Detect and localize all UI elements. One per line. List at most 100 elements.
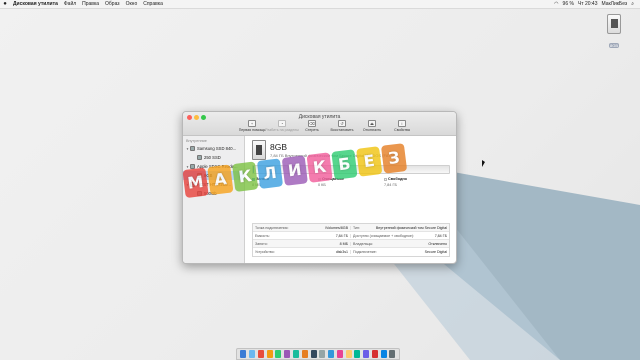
sidebar-item-label: Samsung SSD 840... <box>197 146 237 151</box>
menu-app-name[interactable]: Дисковая утилита <box>10 1 61 7</box>
eraser-icon: ⌫ <box>308 120 316 127</box>
sd-card-icon <box>607 14 621 34</box>
legend-label: Очищаемое <box>322 177 345 181</box>
dock-app-icon[interactable] <box>380 350 387 358</box>
info-key: Точка подключения: <box>255 225 289 230</box>
dock-app-icon[interactable] <box>354 350 361 358</box>
volume-details: 8GB 7,84 ГБ Внутренний физический том Se… <box>246 136 456 263</box>
wifi-icon[interactable]: ◠ <box>552 1 560 7</box>
info-key: Занято: <box>255 241 268 246</box>
volume-icon <box>197 191 202 196</box>
legend-free: Свободно 7,84 ГБ <box>384 177 450 187</box>
menu-image[interactable]: Образ <box>102 1 123 7</box>
sidebar-item-label: HGST HTS7210... <box>197 182 231 187</box>
legend-label: Занято <box>256 177 270 181</box>
info-key: Подключение: <box>353 250 377 254</box>
mouse-cursor-icon <box>482 160 485 167</box>
dock-app-icon[interactable] <box>328 350 335 358</box>
info-row: Занято: 8 МБ Владельцы: Отключено <box>253 240 449 248</box>
dock-app-icon[interactable] <box>363 350 370 358</box>
status-area: ◠ 96 % Чт 20:43 МакЛикБез ⌕ <box>552 1 640 7</box>
hard-drive-icon <box>190 182 195 187</box>
sidebar-item-label: 250 SSD <box>204 155 221 160</box>
desktop-volume-8gb[interactable]: 8GB <box>602 14 626 52</box>
info-value: Secure Digital <box>424 250 447 254</box>
menu-bar: ● Дисковая утилита Файл Правка Образ Окн… <box>0 0 640 9</box>
info-row: Устройство: disk3s1 Подключение: Secure Di… <box>253 248 449 256</box>
dock-app-icon[interactable] <box>319 350 326 358</box>
sidebar-item-500gb[interactable]: 500Gb <box>183 189 244 198</box>
info-key: Тип: <box>353 225 360 230</box>
sidebar-item-hgst[interactable]: ▼ HGST HTS7210... <box>183 180 244 189</box>
info-value: Внутренний физический том Secure Digital <box>375 225 447 230</box>
legend-used: Занято 8 МБ <box>252 177 318 187</box>
sidebar-item-label: Apple SDXC Reade... <box>197 164 238 169</box>
battery-level[interactable]: 96 % <box>561 1 576 7</box>
menu-file[interactable]: Файл <box>61 1 79 7</box>
sidebar-item-label: 500Gb <box>204 191 217 196</box>
legend-label: Свободно <box>388 177 407 181</box>
partition-label: Разбить на разделы <box>265 128 299 132</box>
dock-app-icon[interactable] <box>275 350 282 358</box>
info-key: Емкость: <box>255 233 270 238</box>
restore-button[interactable]: ↺ Восстановить <box>329 120 355 132</box>
legend-swatch <box>384 177 387 181</box>
volume-subtitle: 7,84 ГБ Внутренний физический том Secure… <box>270 153 397 158</box>
usage-bar-used <box>253 166 255 173</box>
info-value: Отключено <box>428 241 447 246</box>
volume-icon <box>197 155 202 160</box>
legend-value: 7,84 ГБ <box>384 183 397 187</box>
dock-app-icon[interactable] <box>249 350 256 358</box>
sd-card-reader-icon <box>190 164 195 169</box>
sidebar-item-8gb[interactable]: 8GB <box>183 171 244 180</box>
menu-help[interactable]: Справка <box>140 1 166 7</box>
erase-button[interactable]: ⌫ Стереть <box>299 120 325 132</box>
dock-app-icon[interactable] <box>240 350 247 358</box>
info-key: Доступно (очищаемое + свободное): <box>353 233 415 238</box>
usage-legend: Занято 8 МБ Очищаемое 0 КБ Свободно 7,84… <box>252 177 450 187</box>
dock-app-icon[interactable] <box>371 350 378 358</box>
usage-bar <box>252 165 450 174</box>
volume-header: 8GB 7,84 ГБ Внутренний физический том Se… <box>252 140 450 160</box>
sidebar-item-label: 8GB <box>204 173 213 178</box>
menu-window[interactable]: Окно <box>123 1 141 7</box>
dock-app-icon[interactable] <box>301 350 308 358</box>
dock-app-icon[interactable] <box>284 350 291 358</box>
legend-purgeable: Очищаемое 0 КБ <box>318 177 384 187</box>
info-label: Свойства <box>394 128 410 132</box>
info-key: Владельцы: <box>353 241 374 246</box>
partition-button[interactable]: ◔ Разбить на разделы <box>265 120 299 132</box>
dock <box>236 348 400 360</box>
dock-app-icon[interactable] <box>257 350 264 358</box>
sidebar-item-apple-sdxc[interactable]: ▼ Apple SDXC Reade... <box>183 162 244 171</box>
info-button[interactable]: i Свойства <box>389 120 415 132</box>
first-aid-button[interactable]: + Первая помощь <box>239 120 265 132</box>
info-row: Емкость: 7,84 ГБ Доступно (очищаемое + св… <box>253 232 449 240</box>
erase-label: Стереть <box>305 128 319 132</box>
sidebar-item-samsung-ssd[interactable]: ▼ Samsung SSD 840... <box>183 144 244 153</box>
dock-app-icon[interactable] <box>266 350 273 358</box>
title-bar: Дисковая утилита + Первая помощь ◔ Разби… <box>183 112 456 136</box>
hard-drive-icon <box>190 146 195 151</box>
dock-app-icon[interactable] <box>336 350 343 358</box>
info-value: disk3s1 <box>335 250 348 254</box>
unmount-button[interactable]: ⏏ Отключить <box>359 120 385 132</box>
toolbar: + Первая помощь ◔ Разбить на разделы ⌫ С… <box>239 120 415 132</box>
user-name[interactable]: МакЛикБез <box>599 1 629 7</box>
info-value: /Volumes/8GB <box>325 225 348 230</box>
info-value: 7,84 ГБ <box>335 233 348 238</box>
sidebar: Внутренние ▼ Samsung SSD 840... 250 SSD … <box>183 136 245 263</box>
menu-edit[interactable]: Правка <box>79 1 102 7</box>
search-icon[interactable]: ⌕ <box>629 1 636 7</box>
restore-label: Восстановить <box>330 128 354 132</box>
legend-swatch <box>252 177 255 181</box>
stethoscope-icon: + <box>248 120 256 127</box>
dock-app-icon[interactable] <box>310 350 317 358</box>
apple-menu-icon[interactable]: ● <box>0 1 10 7</box>
dock-app-icon[interactable] <box>292 350 299 358</box>
dock-app-icon[interactable] <box>345 350 352 358</box>
clock[interactable]: Чт 20:43 <box>576 1 600 7</box>
volume-name: 8GB <box>270 142 288 152</box>
sidebar-item-250-ssd[interactable]: 250 SSD <box>183 153 244 162</box>
dock-app-icon[interactable] <box>389 350 396 358</box>
